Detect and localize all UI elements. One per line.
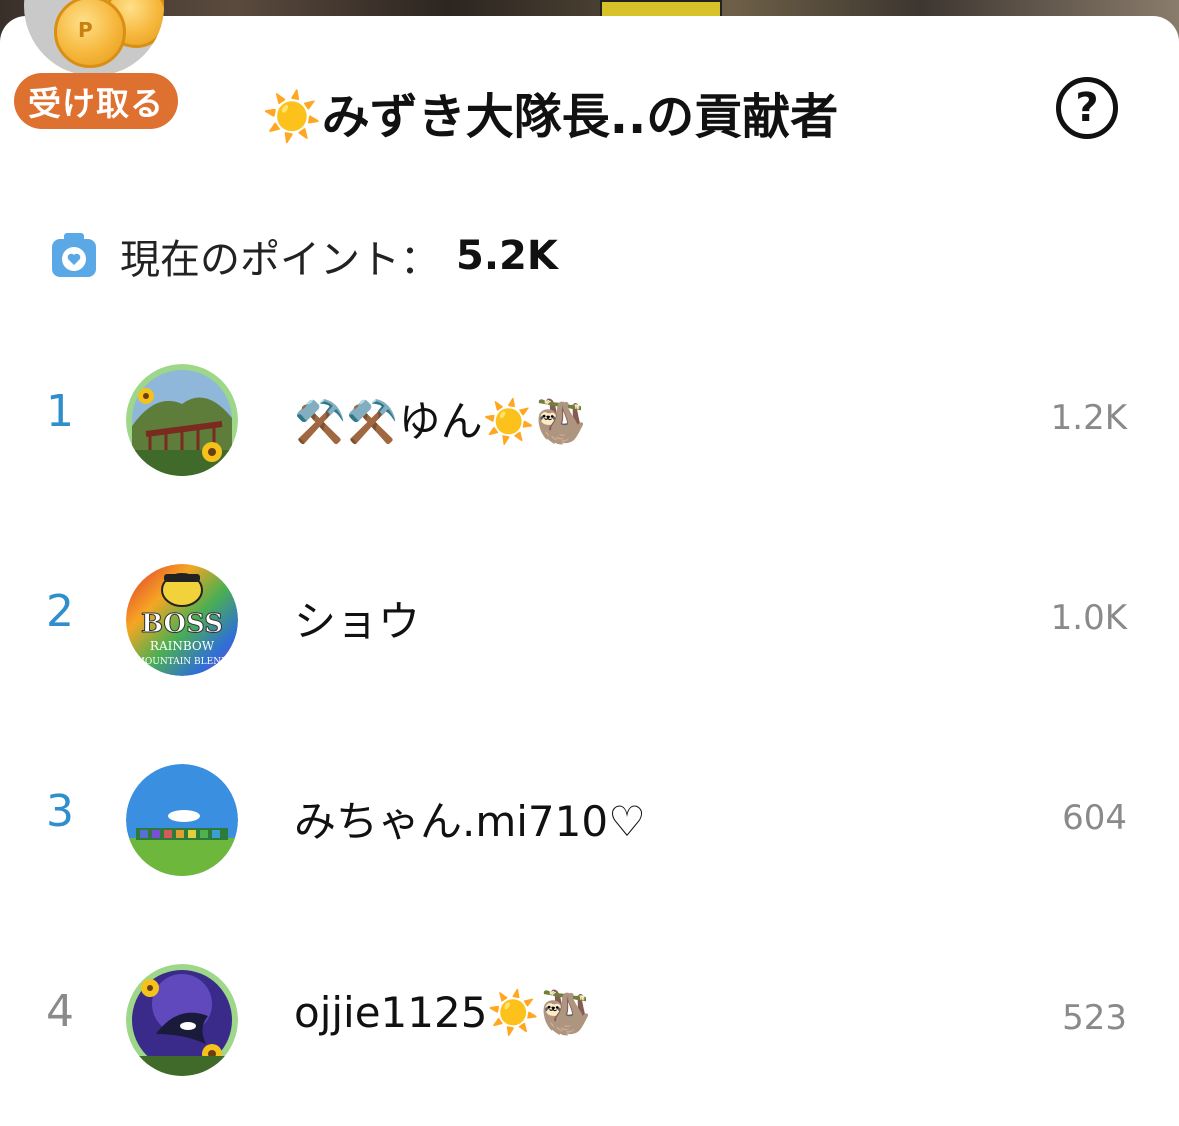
svg-text:RAINBOW: RAINBOW (150, 639, 215, 653)
rank-number: 4 (46, 986, 74, 1037)
coins-icon: P (24, 0, 164, 76)
contributor-row[interactable]: 4 ojjie1125☀️🦥 523 (0, 916, 1179, 1116)
orca-sunflower-avatar[interactable] (126, 964, 238, 1076)
svg-text:MOUNTAIN BLEND: MOUNTAIN BLEND (136, 657, 229, 667)
question-mark-icon: ? (1075, 85, 1099, 131)
points-value: 5.2K (456, 233, 558, 279)
contributor-score: 604 (1062, 798, 1127, 838)
contributor-name: ショウ (294, 597, 421, 646)
sheet-title: ☀️みずき大隊長..の貢献者 (262, 89, 839, 145)
help-button[interactable]: ? (1056, 77, 1118, 139)
rank-number: 2 (46, 586, 74, 637)
claim-reward-button[interactable]: 受け取る (14, 73, 178, 129)
contributor-name: みちゃん.mi710♡ (294, 797, 646, 846)
current-points-row: 現在のポイント： 5.2K (50, 230, 558, 283)
contributor-row[interactable]: 1 ⚒️⚒️ゆん☀️🦥 1.2K (0, 316, 1179, 516)
contributor-score: 1.0K (1050, 598, 1127, 638)
sunflower-bridge-avatar[interactable] (126, 364, 238, 476)
reward-widget[interactable]: P 受け取る (14, 0, 180, 132)
contributor-score: 523 (1062, 998, 1127, 1038)
gift-box-icon (52, 233, 96, 277)
boss-rainbow-avatar[interactable]: BOSS RAINBOW MOUNTAIN BLEND (126, 564, 238, 676)
contributor-name: ⚒️⚒️ゆん☀️🦥 (294, 397, 588, 446)
contributor-list: 1 ⚒️⚒️ゆん☀️🦥 1.2K 2 BOSS RAINBOW MOUNTAIN… (0, 316, 1179, 1116)
meadow-sky-avatar[interactable] (126, 764, 238, 876)
rank-number: 1 (46, 386, 74, 437)
contributor-row[interactable]: 3 みちゃん.mi710♡ 604 (0, 716, 1179, 916)
rank-number: 3 (46, 786, 74, 837)
contributor-name: ojjie1125☀️🦥 (294, 988, 593, 1037)
contributor-score: 1.2K (1050, 398, 1127, 438)
svg-text:BOSS: BOSS (141, 609, 223, 639)
contributor-row[interactable]: 2 BOSS RAINBOW MOUNTAIN BLEND ショウ 1.0K (0, 516, 1179, 716)
points-label: 現在のポイント： (120, 237, 440, 283)
contributors-sheet: ☀️みずき大隊長..の貢献者 ? 現在のポイント： 5.2K 1 ⚒️⚒️ゆん☀… (0, 16, 1179, 1126)
